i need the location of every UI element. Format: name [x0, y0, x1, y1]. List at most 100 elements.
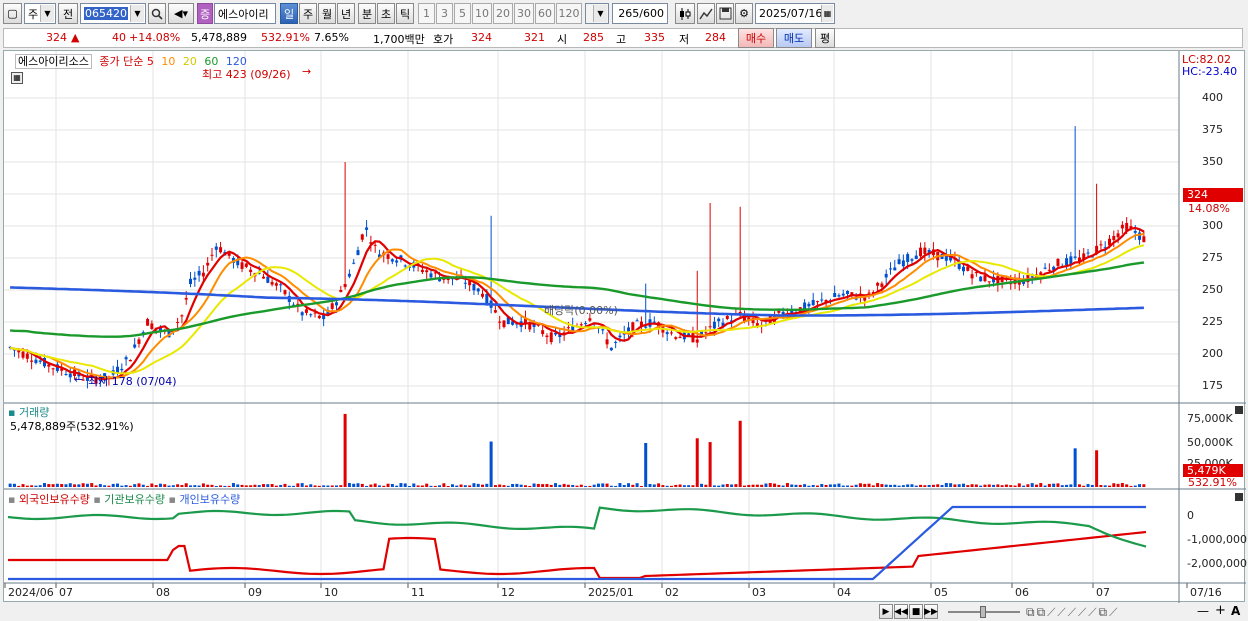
volume-bar — [408, 485, 412, 487]
volume-bar — [68, 483, 72, 487]
volume-bar — [794, 484, 798, 487]
period-minute-tab[interactable]: 분 — [358, 3, 376, 24]
candle-body — [906, 254, 910, 262]
play-icon[interactable]: ▶ — [879, 604, 893, 619]
search-icon[interactable] — [148, 3, 166, 24]
volume-bar — [1039, 483, 1043, 487]
volume-bar — [339, 485, 343, 487]
drawing-tool-icon[interactable] — [697, 3, 715, 24]
toolbar-icons[interactable]: ⧉⧉⟋⟋⟋⟋⟋⧉⟋ — [1026, 605, 1119, 620]
date-axis-label: 08 — [156, 586, 170, 599]
date-picker[interactable]: 2025/07/16 ▦ — [755, 3, 835, 24]
period-second-tab[interactable]: 초 — [377, 3, 395, 24]
volume-bar — [665, 485, 669, 487]
table-icon[interactable]: ▦ — [11, 72, 23, 84]
candle-body — [876, 282, 880, 286]
volume-bar — [450, 484, 454, 487]
zoom-in-button[interactable]: + — [1215, 603, 1226, 618]
save-icon[interactable] — [716, 3, 734, 24]
volume-bar — [558, 484, 562, 487]
range-button[interactable]: 전 — [58, 3, 78, 24]
rewind-icon[interactable]: ◀◀ — [894, 604, 908, 619]
volume-bar — [485, 483, 489, 487]
period-week-tab[interactable]: 주 — [299, 3, 317, 24]
candle-body — [897, 259, 901, 265]
zoom-slider-handle[interactable] — [980, 606, 986, 618]
interval-120-button[interactable]: 120 — [556, 3, 582, 24]
stock-code-input[interactable]: 065420 ▼ — [80, 3, 146, 24]
period-month-tab[interactable]: 월 — [318, 3, 336, 24]
stop-icon[interactable]: ■ — [909, 604, 923, 619]
data-count-field[interactable]: 265/600 — [612, 3, 668, 24]
volume-bar — [1112, 483, 1116, 487]
evaluate-button[interactable]: 평 — [815, 28, 835, 48]
interval-5-button[interactable]: 5 — [454, 3, 471, 24]
volume-bar — [103, 485, 107, 487]
volume-bar — [257, 485, 261, 487]
volume-bar — [81, 483, 85, 487]
volume-bar — [42, 483, 47, 487]
top-toolbar: ▢ 주 ▼ 전 065420 ▼ ◀▾ 증 에스아이리 일 주 월 년 분 초 … — [0, 3, 1248, 25]
interval-3-button[interactable]: 3 — [436, 3, 453, 24]
volume-bar — [678, 484, 682, 487]
volume-bar — [953, 484, 957, 487]
volume-bar — [807, 485, 811, 487]
candle-body — [128, 359, 132, 362]
chart-type-select[interactable]: 주 ▼ — [24, 3, 56, 24]
interval-10-button[interactable]: 10 — [472, 3, 492, 24]
volume-axis-75k: 75,000K — [1187, 412, 1233, 425]
fast-forward-icon[interactable]: ▶▶ — [924, 604, 938, 619]
close-panel-icon[interactable] — [1235, 406, 1243, 414]
speaker-icon[interactable]: ◀▾ — [168, 3, 194, 24]
volume-bar — [661, 485, 665, 487]
interval-dropdown[interactable]: ▼ — [585, 3, 609, 24]
close-panel-icon[interactable] — [1235, 493, 1243, 501]
candle-body — [270, 281, 274, 285]
volume-bar — [193, 485, 197, 487]
volume-bar — [682, 485, 686, 487]
volume-bar — [197, 485, 201, 487]
period-year-tab[interactable]: 년 — [337, 3, 355, 24]
volume-bar — [734, 484, 738, 487]
period-tick-tab[interactable]: 틱 — [396, 3, 414, 24]
interval-1-button[interactable]: 1 — [418, 3, 435, 24]
volume-bar — [60, 484, 64, 487]
volume-bar — [721, 484, 725, 487]
period-day-tab[interactable]: 일 — [280, 3, 298, 24]
candle-body — [923, 247, 927, 254]
gear-icon[interactable]: ⚙ — [735, 3, 753, 24]
volume-bar — [901, 485, 905, 487]
volume-bar — [1004, 484, 1008, 487]
volume-bar — [416, 485, 420, 487]
date-axis-label: 2025/01 — [588, 586, 634, 599]
interval-20-button[interactable]: 20 — [493, 3, 513, 24]
volume-bar — [927, 484, 931, 487]
volume-bar — [1107, 485, 1112, 487]
volume-bar — [803, 484, 807, 487]
volume-bar — [158, 483, 162, 487]
period-month-label: 월 — [321, 7, 333, 21]
candle-body — [34, 359, 38, 364]
volume-bar — [858, 483, 862, 487]
quote-bid: 321 — [524, 31, 545, 44]
volume-bar — [73, 484, 77, 487]
volume-bar — [777, 484, 781, 487]
interval-60-button[interactable]: 60 — [535, 3, 555, 24]
sell-button[interactable]: 매도 — [776, 28, 812, 48]
volume-bar — [914, 485, 918, 487]
volume-bar — [669, 485, 673, 487]
font-size-button[interactable]: A — [1231, 604, 1240, 618]
period-day-label: 일 — [283, 7, 295, 21]
candle-body — [317, 315, 321, 319]
candle-body — [30, 360, 34, 362]
interval-30-button[interactable]: 30 — [514, 3, 534, 24]
buy-button[interactable]: 매수 — [738, 28, 774, 48]
zoom-out-button[interactable]: — — [1197, 604, 1209, 618]
candle-type-icon[interactable] — [675, 3, 695, 24]
interval-20-label: 20 — [496, 7, 510, 20]
period-second-label: 초 — [380, 7, 392, 21]
chart-area[interactable]: 에스아이리소스 종가 단순 5 10 20 60 120 ▦ LC:82.02 … — [3, 50, 1247, 603]
volume-bar — [700, 483, 704, 487]
chart-canvas[interactable] — [4, 51, 1246, 603]
window-menu-icon[interactable]: ▢ — [3, 3, 22, 24]
